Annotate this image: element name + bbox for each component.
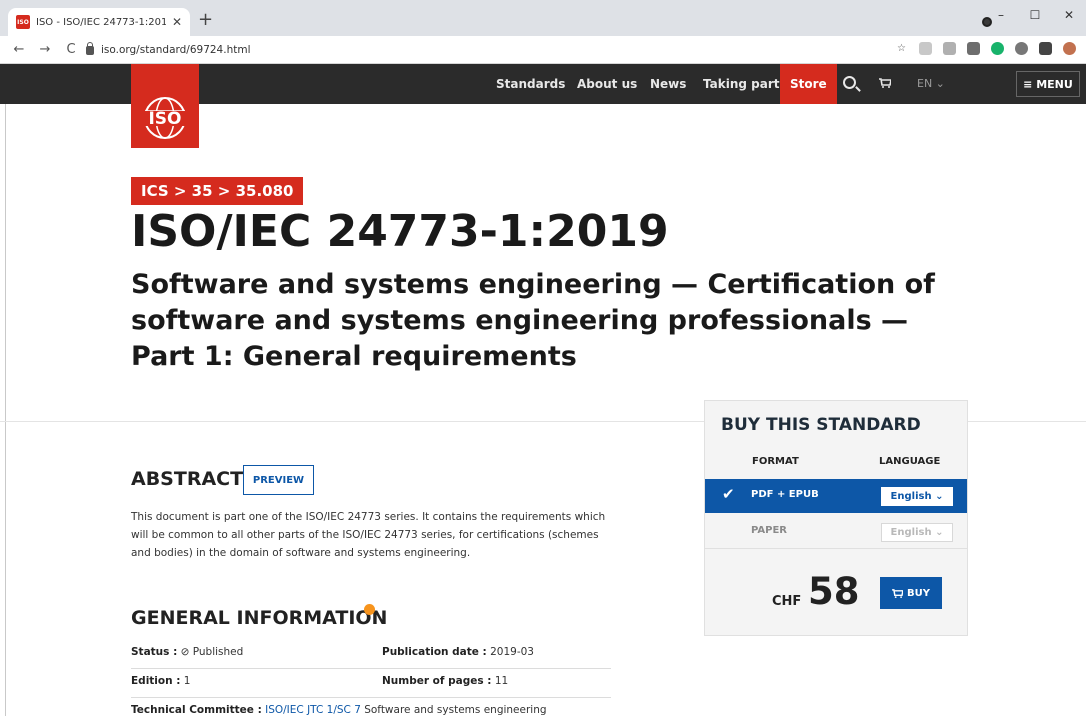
close-window-button[interactable]: ✕	[1052, 8, 1086, 22]
svg-text:ISO: ISO	[148, 109, 181, 129]
maximize-button[interactable]: ☐	[1018, 8, 1052, 22]
page-left-border	[0, 104, 6, 716]
format-option-paper[interactable]: PAPER English ⌄	[705, 515, 967, 549]
lock-icon	[86, 41, 94, 55]
nav-taking-part[interactable]: Taking part	[703, 64, 779, 104]
cart-icon	[892, 588, 903, 598]
url-field[interactable]: iso.org/standard/69724.html	[86, 39, 886, 61]
tab-close-button[interactable]: ✕	[172, 15, 182, 29]
info-row: Technical Committee : ISO/IEC JTC 1/SC 7…	[131, 698, 611, 716]
format-header: FORMAT	[752, 456, 799, 467]
extension-icon[interactable]	[967, 42, 980, 55]
page-subtitle: Software and systems engineering — Certi…	[131, 269, 935, 372]
price-currency: CHF	[772, 594, 802, 609]
avatar[interactable]	[1063, 42, 1076, 55]
window-controls: – ☐ ✕	[984, 0, 1086, 30]
nav-about-us[interactable]: About us	[577, 64, 637, 104]
extensions-bar: ☆	[895, 42, 1076, 55]
grammarly-icon[interactable]	[991, 42, 1004, 55]
rss-icon[interactable]	[364, 604, 375, 615]
info-row: Edition : 1 Number of pages : 11	[131, 669, 611, 698]
info-row: Status : ⊘ Published Publication date : …	[131, 640, 611, 669]
bookmark-star-icon[interactable]: ☆	[895, 42, 908, 55]
buy-button-label: BUY	[907, 587, 930, 599]
general-info-heading: GENERAL INFORMATION	[131, 607, 388, 629]
abstract-text: This document is part one of the ISO/IEC…	[131, 511, 606, 559]
minimize-button[interactable]: –	[984, 8, 1018, 22]
check-icon: ✔	[722, 485, 735, 503]
nav-news[interactable]: News	[650, 64, 686, 104]
pages-label: Number of pages :	[382, 675, 492, 687]
format-label: PDF + EPUB	[751, 489, 819, 500]
language-select[interactable]: English ⌄	[881, 523, 953, 542]
tab-title: ISO - ISO/IEC 24773-1:2019 - So	[36, 16, 166, 28]
language-header: LANGUAGE	[879, 456, 941, 467]
language-selector[interactable]: EN ⌄	[917, 64, 945, 104]
iso-logo[interactable]: ISO	[131, 64, 199, 148]
search-icon[interactable]	[843, 76, 856, 89]
browser-tab[interactable]: ISO ISO - ISO/IEC 24773-1:2019 - So ✕	[8, 8, 190, 36]
nav-store[interactable]: Store	[780, 64, 837, 104]
buy-button[interactable]: BUY	[880, 577, 942, 609]
back-button[interactable]: ←	[12, 42, 26, 57]
language-select[interactable]: English ⌄	[881, 487, 953, 506]
iso-favicon-icon: ISO	[16, 15, 30, 29]
format-option-pdf-epub[interactable]: ✔ PDF + EPUB English ⌄	[705, 479, 967, 513]
abstract-heading: ABSTRACT	[131, 468, 244, 490]
browser-tab-bar: ISO ISO - ISO/IEC 24773-1:2019 - So ✕ + …	[0, 0, 1086, 36]
format-label: PAPER	[751, 525, 788, 536]
technical-committee-label: Technical Committee :	[131, 704, 262, 716]
forward-button[interactable]: →	[38, 42, 52, 57]
url-text: iso.org/standard/69724.html	[101, 44, 251, 56]
ics-breadcrumb[interactable]: ICS > 35 > 35.080	[131, 177, 304, 205]
edition-label: Edition :	[131, 675, 181, 687]
technical-committee-link[interactable]: ISO/IEC JTC 1/SC 7	[265, 704, 361, 716]
reload-button[interactable]: C	[64, 42, 78, 57]
price-amount: 58	[808, 570, 860, 613]
edition-value: 1	[183, 675, 191, 687]
extension-icon[interactable]	[919, 42, 932, 55]
iso-globe-icon: ISO	[140, 97, 190, 139]
status-label: Status :	[131, 646, 178, 658]
preview-button[interactable]: PREVIEW	[243, 465, 314, 495]
extension-icon[interactable]	[1015, 42, 1028, 55]
general-info-table: Status : ⊘ Published Publication date : …	[131, 640, 611, 716]
page-title: ISO/IEC 24773-1:2019	[131, 206, 669, 257]
menu-button[interactable]: ≡ MENU	[1016, 71, 1080, 97]
extension-icon[interactable]	[943, 42, 956, 55]
address-bar: ← → C iso.org/standard/69724.html ☆	[0, 36, 1086, 64]
technical-committee-value: Software and systems engineering	[364, 704, 547, 716]
cart-icon[interactable]	[879, 78, 891, 88]
nav-standards[interactable]: Standards	[496, 64, 565, 104]
buy-panel-title: BUY THIS STANDARD	[721, 415, 921, 435]
publication-date-value: 2019-03	[490, 646, 534, 658]
puzzle-icon[interactable]	[1039, 42, 1052, 55]
new-tab-button[interactable]: +	[198, 10, 213, 30]
buy-panel-divider	[705, 548, 967, 549]
status-value: ⊘ Published	[180, 646, 244, 658]
pages-value: 11	[494, 675, 509, 687]
publication-date-label: Publication date :	[382, 646, 487, 658]
